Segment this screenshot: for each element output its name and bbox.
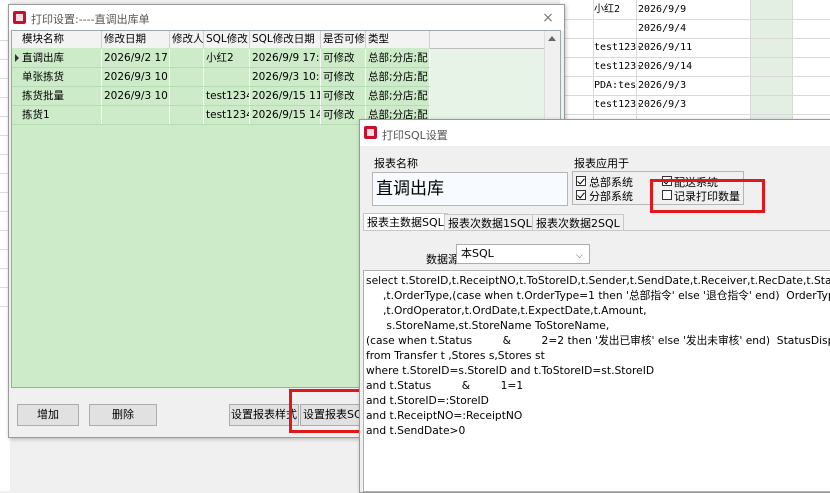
table-cell: 2026/9/11 <box>638 42 693 53</box>
cell-module-name: 拣货1 <box>12 106 102 124</box>
cell-sql-user: test1234 <box>204 87 250 105</box>
delete-button[interactable]: 删除 <box>89 404 157 426</box>
close-icon[interactable]: × <box>537 7 559 29</box>
sql-line: from Transfer t ,Stores s,Stores st <box>366 349 545 362</box>
report-apply-label: 报表应用于 <box>574 157 629 170</box>
cell-sql-user <box>204 68 250 86</box>
table-row[interactable]: 小红2 2026/9/9 <box>560 0 830 20</box>
datasource-value: 本SQL <box>461 247 494 260</box>
table-row[interactable]: 直调出库 2026/9/2 17: 小红2 2026/9/9 17:2 可修改 … <box>12 49 430 68</box>
sql-line: and t.Status & 1=1 <box>366 379 524 392</box>
sql-line: and t.StoreID=:StoreID <box>366 394 489 407</box>
cell-module-name: 单张拣货 <box>12 68 102 86</box>
grid-line <box>636 0 637 130</box>
add-button[interactable]: 增加 <box>17 404 79 426</box>
highlight-box <box>289 389 365 433</box>
cell-date: 2026/9/3 10: <box>102 68 170 86</box>
cell-editable: 可修改 <box>321 68 366 86</box>
table-cell: 2026/9/9 <box>638 4 687 15</box>
app-icon <box>13 11 26 24</box>
report-name-field[interactable]: 直调出库 <box>372 172 568 206</box>
grid-line <box>593 0 594 130</box>
sql-line: select t.StoreID,t.ReceiptNO,t.ToStoreID… <box>366 274 830 287</box>
hq-system-checkbox[interactable] <box>576 176 586 186</box>
column-header[interactable]: 类型 <box>366 31 430 48</box>
chevron-down-icon: ⌵ <box>576 251 583 261</box>
print-sql-settings-window: 打印SQL设置 报表名称 直调出库 报表应用于 总部系统 配送系统 分部系统 记… <box>359 119 830 493</box>
cell-type: 总部;分店;配 <box>366 68 430 86</box>
cell-user <box>170 87 204 105</box>
cell-sql-user: test1234 <box>204 106 250 124</box>
branch-system-label: 分部系统 <box>589 190 633 203</box>
cell-editable: 可修改 <box>321 49 366 67</box>
report-name-label: 报表名称 <box>374 157 418 170</box>
sql-editor[interactable]: select t.StoreID,t.ReceiptNO,t.ToStoreID… <box>363 270 830 492</box>
table-row[interactable]: 2026/9/4 <box>560 19 830 39</box>
column-header[interactable]: 模块名称 <box>12 31 102 48</box>
window-title: 打印设置:----直调出库单 <box>31 13 150 26</box>
table-cell: 2026/9/4 <box>638 23 687 34</box>
grid-header: 模块名称 修改日期 修改人 SQL修改 SQL修改日期 是否可修 类型 <box>12 31 560 49</box>
cell-user <box>170 49 204 67</box>
cell-sql-date: 2026/9/9 17:2 <box>250 49 321 67</box>
tab-sub2-sql[interactable]: 报表次数据2SQL <box>532 214 624 231</box>
table-cell: 2026/9/14 <box>638 61 693 72</box>
cell-type: 总部;分店;配 <box>366 87 430 105</box>
table-row[interactable]: test123· 2026/9/14 <box>560 57 830 77</box>
app-icon <box>364 126 377 139</box>
cell-user <box>170 106 204 124</box>
sql-line: and t.SendDate>0 <box>366 424 466 437</box>
background-data-grid: 小红2 2026/9/9 2026/9/4 test123· 2026/9/11… <box>560 0 830 134</box>
title-bar[interactable]: 打印SQL设置 <box>360 120 830 146</box>
cell-date: 2026/9/2 17: <box>102 49 170 67</box>
cell-date <box>102 106 170 124</box>
table-cell: 2026/9/3 <box>638 80 687 91</box>
column-header[interactable]: SQL修改日期 <box>250 31 321 48</box>
table-row[interactable]: 单张拣货 2026/9/3 10: 2026/9/3 10:4 可修改 总部;分… <box>12 68 430 87</box>
cell-editable: 可修改 <box>321 87 366 105</box>
cell-date: 2026/9/3 10: <box>102 87 170 105</box>
tab-main-sql[interactable]: 报表主数据SQL <box>363 213 448 230</box>
sql-line: s.StoreName,st.StoreName ToStoreName, <box>366 319 610 332</box>
cell-module-name: 直调出库 <box>12 49 102 67</box>
cell-sql-date: 2026/9/15 14 <box>250 106 321 124</box>
table-row[interactable]: test123· 2026/9/3 <box>560 95 830 115</box>
cell-user <box>170 68 204 86</box>
sql-line: ,t.OrdOperator,t.OrdDate,t.ExpectDate,t.… <box>366 304 647 317</box>
tab-divider <box>363 230 830 231</box>
datasource-label: 数据源 <box>426 253 459 266</box>
window-title: 打印SQL设置 <box>382 129 448 142</box>
grid-line <box>750 0 751 130</box>
title-bar[interactable]: 打印设置:----直调出库单 × <box>9 5 564 31</box>
cell-module-name: 拣货批量 <box>12 87 102 105</box>
column-header[interactable]: 是否可修 <box>321 31 366 48</box>
cell-sql-date: 2026/9/15 11 <box>250 87 321 105</box>
sql-line: ,t.OrderType,(case when t.OrderType=1 th… <box>366 289 830 302</box>
column-header[interactable]: 修改人 <box>170 31 204 48</box>
cell-type: 总部;分店;配 <box>366 49 430 67</box>
scroll-up-icon[interactable] <box>548 36 556 41</box>
branch-system-checkbox[interactable] <box>576 190 586 200</box>
sql-line: (case when t.Status & 2=2 then '发出已审核' e… <box>366 334 830 347</box>
grid-line <box>792 0 793 130</box>
column-header[interactable]: SQL修改 <box>204 31 250 48</box>
table-cell: 2026/9/3 <box>638 99 687 110</box>
sql-line: where t.StoreID=s.StoreID and t.ToStoreI… <box>366 364 655 377</box>
highlight-box <box>650 179 765 213</box>
column-header[interactable]: 修改日期 <box>102 31 170 48</box>
table-row[interactable]: 拣货批量 2026/9/3 10: test1234 2026/9/15 11 … <box>12 87 430 106</box>
datasource-select[interactable]: 本SQL ⌵ <box>456 244 590 264</box>
sql-line: and t.ReceiptNO=:ReceiptNO <box>366 409 523 422</box>
cell-sql-user: 小红2 <box>204 49 250 67</box>
cell-sql-date: 2026/9/3 10:4 <box>250 68 321 86</box>
table-row[interactable]: PDA:tes 2026/9/3 <box>560 76 830 96</box>
tab-sub1-sql[interactable]: 报表次数据1SQL <box>444 214 536 231</box>
table-row[interactable]: test123· 2026/9/11 <box>560 38 830 58</box>
